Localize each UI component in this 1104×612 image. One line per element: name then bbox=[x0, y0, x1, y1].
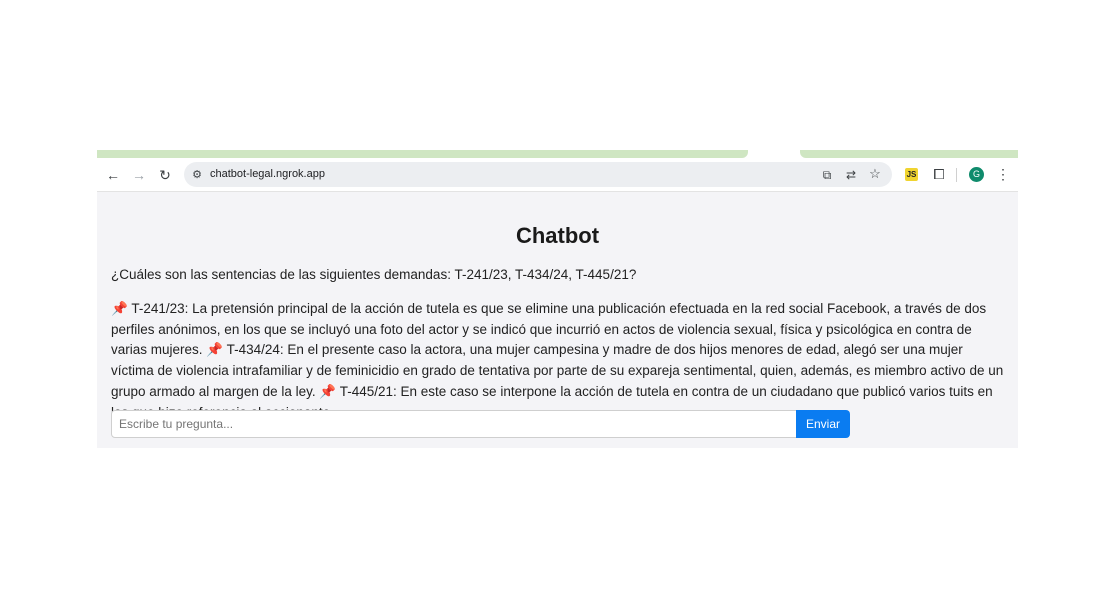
page-title: Chatbot bbox=[515, 223, 600, 248]
send-button[interactable]: Enviar bbox=[796, 410, 850, 438]
tab-active[interactable] bbox=[97, 150, 748, 158]
install-app-icon[interactable]: ⧉ bbox=[819, 167, 835, 183]
pushpin-icon: 📌 bbox=[206, 342, 224, 358]
bot-answer: 📌 T-241/23: La pretensión principal de l… bbox=[111, 299, 1004, 423]
toolbar-divider bbox=[956, 168, 957, 182]
browser-toolbar: ← → ↻ ⚙ chatbot-legal.ngrok.app ⧉ ⇄ ☆ JS… bbox=[97, 158, 1018, 192]
kebab-menu-icon[interactable]: ⋮ bbox=[996, 166, 1010, 182]
reload-icon[interactable]: ↻ bbox=[157, 167, 173, 183]
translate-icon[interactable]: ⇄ bbox=[843, 167, 859, 183]
pushpin-icon: 📌 bbox=[111, 301, 128, 316]
site-info-icon[interactable]: ⚙ bbox=[190, 167, 204, 183]
tab-background[interactable] bbox=[800, 150, 1018, 158]
user-question: ¿Cuáles son las sentencias de las siguie… bbox=[111, 267, 637, 282]
address-bar[interactable]: ⚙ chatbot-legal.ngrok.app ⧉ ⇄ ☆ bbox=[184, 162, 892, 187]
browser-window: ← → ↻ ⚙ chatbot-legal.ngrok.app ⧉ ⇄ ☆ JS… bbox=[97, 150, 1018, 448]
question-input[interactable] bbox=[111, 410, 797, 438]
extensions-puzzle-icon[interactable]: ⧠ bbox=[931, 166, 947, 182]
pushpin-icon: 📌 bbox=[319, 383, 337, 399]
tab-strip bbox=[97, 150, 1018, 158]
js-extension-icon[interactable]: JS bbox=[905, 168, 918, 181]
profile-avatar[interactable]: G bbox=[969, 167, 984, 182]
bookmark-star-icon[interactable]: ☆ bbox=[867, 166, 883, 182]
url-text[interactable]: chatbot-legal.ngrok.app bbox=[210, 167, 325, 182]
back-arrow-icon[interactable]: ← bbox=[105, 167, 121, 183]
forward-arrow-icon[interactable]: → bbox=[131, 167, 147, 183]
page-content: Chatbot ¿Cuáles son las sentencias de la… bbox=[97, 192, 1018, 448]
